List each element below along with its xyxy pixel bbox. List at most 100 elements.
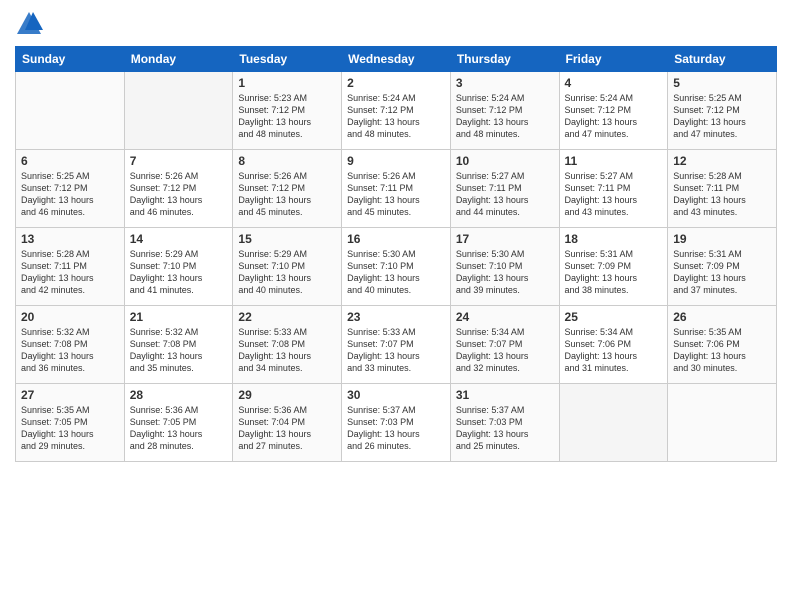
calendar-header-monday: Monday	[124, 47, 233, 72]
day-info: Sunrise: 5:33 AM Sunset: 7:07 PM Dayligh…	[347, 326, 445, 375]
calendar-cell	[16, 72, 125, 150]
calendar-cell: 20 Sunrise: 5:32 AM Sunset: 7:08 PM Dayli…	[16, 306, 125, 384]
day-number: 21	[130, 310, 228, 324]
day-info: Sunrise: 5:30 AM Sunset: 7:10 PM Dayligh…	[456, 248, 554, 297]
calendar-cell: 31 Sunrise: 5:37 AM Sunset: 7:03 PM Dayli…	[450, 384, 559, 462]
day-info: Sunrise: 5:32 AM Sunset: 7:08 PM Dayligh…	[130, 326, 228, 375]
day-number: 22	[238, 310, 336, 324]
day-number: 15	[238, 232, 336, 246]
day-info: Sunrise: 5:29 AM Sunset: 7:10 PM Dayligh…	[130, 248, 228, 297]
calendar-header-friday: Friday	[559, 47, 668, 72]
day-number: 30	[347, 388, 445, 402]
day-info: Sunrise: 5:34 AM Sunset: 7:06 PM Dayligh…	[565, 326, 663, 375]
day-number: 16	[347, 232, 445, 246]
calendar-header-wednesday: Wednesday	[342, 47, 451, 72]
day-info: Sunrise: 5:33 AM Sunset: 7:08 PM Dayligh…	[238, 326, 336, 375]
day-number: 26	[673, 310, 771, 324]
day-info: Sunrise: 5:24 AM Sunset: 7:12 PM Dayligh…	[347, 92, 445, 141]
calendar-header-tuesday: Tuesday	[233, 47, 342, 72]
calendar-cell: 30 Sunrise: 5:37 AM Sunset: 7:03 PM Dayli…	[342, 384, 451, 462]
day-info: Sunrise: 5:27 AM Sunset: 7:11 PM Dayligh…	[456, 170, 554, 219]
logo-icon	[15, 10, 43, 38]
calendar-cell: 26 Sunrise: 5:35 AM Sunset: 7:06 PM Dayli…	[668, 306, 777, 384]
calendar-week-5: 27 Sunrise: 5:35 AM Sunset: 7:05 PM Dayli…	[16, 384, 777, 462]
day-info: Sunrise: 5:28 AM Sunset: 7:11 PM Dayligh…	[21, 248, 119, 297]
calendar-cell: 2 Sunrise: 5:24 AM Sunset: 7:12 PM Daylig…	[342, 72, 451, 150]
day-number: 20	[21, 310, 119, 324]
calendar-cell: 25 Sunrise: 5:34 AM Sunset: 7:06 PM Dayli…	[559, 306, 668, 384]
day-number: 3	[456, 76, 554, 90]
day-number: 17	[456, 232, 554, 246]
day-number: 24	[456, 310, 554, 324]
calendar-cell	[559, 384, 668, 462]
day-info: Sunrise: 5:27 AM Sunset: 7:11 PM Dayligh…	[565, 170, 663, 219]
calendar-cell: 11 Sunrise: 5:27 AM Sunset: 7:11 PM Dayli…	[559, 150, 668, 228]
day-info: Sunrise: 5:26 AM Sunset: 7:11 PM Dayligh…	[347, 170, 445, 219]
day-info: Sunrise: 5:34 AM Sunset: 7:07 PM Dayligh…	[456, 326, 554, 375]
day-number: 12	[673, 154, 771, 168]
day-number: 4	[565, 76, 663, 90]
calendar-cell: 18Sunrise: 5:31 AM Sunset: 7:09 PM Dayli…	[559, 228, 668, 306]
calendar-cell: 24 Sunrise: 5:34 AM Sunset: 7:07 PM Dayli…	[450, 306, 559, 384]
calendar-cell: 9 Sunrise: 5:26 AM Sunset: 7:11 PM Daylig…	[342, 150, 451, 228]
calendar-cell: 14 Sunrise: 5:29 AM Sunset: 7:10 PM Dayli…	[124, 228, 233, 306]
day-number: 14	[130, 232, 228, 246]
calendar-week-2: 6 Sunrise: 5:25 AM Sunset: 7:12 PM Daylig…	[16, 150, 777, 228]
day-info: Sunrise: 5:28 AM Sunset: 7:11 PM Dayligh…	[673, 170, 771, 219]
day-info: Sunrise: 5:35 AM Sunset: 7:06 PM Dayligh…	[673, 326, 771, 375]
calendar-cell: 8 Sunrise: 5:26 AM Sunset: 7:12 PM Daylig…	[233, 150, 342, 228]
day-number: 23	[347, 310, 445, 324]
day-number: 13	[21, 232, 119, 246]
day-number: 6	[21, 154, 119, 168]
calendar-cell	[124, 72, 233, 150]
day-info: Sunrise: 5:30 AM Sunset: 7:10 PM Dayligh…	[347, 248, 445, 297]
day-info: Sunrise: 5:23 AM Sunset: 7:12 PM Dayligh…	[238, 92, 336, 141]
calendar-week-4: 20 Sunrise: 5:32 AM Sunset: 7:08 PM Dayli…	[16, 306, 777, 384]
day-info: Sunrise: 5:25 AM Sunset: 7:12 PM Dayligh…	[673, 92, 771, 141]
calendar-cell: 21 Sunrise: 5:32 AM Sunset: 7:08 PM Dayli…	[124, 306, 233, 384]
day-number: 31	[456, 388, 554, 402]
calendar-cell: 4Sunrise: 5:24 AM Sunset: 7:12 PM Daylig…	[559, 72, 668, 150]
calendar-header-thursday: Thursday	[450, 47, 559, 72]
calendar-cell: 7 Sunrise: 5:26 AM Sunset: 7:12 PM Daylig…	[124, 150, 233, 228]
calendar-cell: 29 Sunrise: 5:36 AM Sunset: 7:04 PM Dayli…	[233, 384, 342, 462]
day-info: Sunrise: 5:26 AM Sunset: 7:12 PM Dayligh…	[130, 170, 228, 219]
calendar-cell: 23 Sunrise: 5:33 AM Sunset: 7:07 PM Dayli…	[342, 306, 451, 384]
calendar-cell: 15 Sunrise: 5:29 AM Sunset: 7:10 PM Dayli…	[233, 228, 342, 306]
page: SundayMondayTuesdayWednesdayThursdayFrid…	[0, 0, 792, 612]
day-info: Sunrise: 5:24 AM Sunset: 7:12 PM Dayligh…	[456, 92, 554, 141]
day-number: 7	[130, 154, 228, 168]
calendar-week-3: 13 Sunrise: 5:28 AM Sunset: 7:11 PM Dayli…	[16, 228, 777, 306]
day-info: Sunrise: 5:35 AM Sunset: 7:05 PM Dayligh…	[21, 404, 119, 453]
calendar-cell: 19 Sunrise: 5:31 AM Sunset: 7:09 PM Dayli…	[668, 228, 777, 306]
calendar-cell: 1 Sunrise: 5:23 AM Sunset: 7:12 PM Daylig…	[233, 72, 342, 150]
day-number: 27	[21, 388, 119, 402]
day-info: Sunrise: 5:25 AM Sunset: 7:12 PM Dayligh…	[21, 170, 119, 219]
day-number: 1	[238, 76, 336, 90]
day-info: Sunrise: 5:29 AM Sunset: 7:10 PM Dayligh…	[238, 248, 336, 297]
calendar-cell: 12 Sunrise: 5:28 AM Sunset: 7:11 PM Dayli…	[668, 150, 777, 228]
calendar-cell: 3 Sunrise: 5:24 AM Sunset: 7:12 PM Daylig…	[450, 72, 559, 150]
calendar-cell: 10Sunrise: 5:27 AM Sunset: 7:11 PM Dayli…	[450, 150, 559, 228]
calendar-week-1: 1 Sunrise: 5:23 AM Sunset: 7:12 PM Daylig…	[16, 72, 777, 150]
day-info: Sunrise: 5:31 AM Sunset: 7:09 PM Dayligh…	[673, 248, 771, 297]
day-info: Sunrise: 5:37 AM Sunset: 7:03 PM Dayligh…	[347, 404, 445, 453]
day-info: Sunrise: 5:36 AM Sunset: 7:04 PM Dayligh…	[238, 404, 336, 453]
calendar-header-sunday: Sunday	[16, 47, 125, 72]
day-number: 11	[565, 154, 663, 168]
day-number: 18	[565, 232, 663, 246]
day-number: 2	[347, 76, 445, 90]
day-info: Sunrise: 5:37 AM Sunset: 7:03 PM Dayligh…	[456, 404, 554, 453]
calendar-cell: 22 Sunrise: 5:33 AM Sunset: 7:08 PM Dayli…	[233, 306, 342, 384]
day-info: Sunrise: 5:32 AM Sunset: 7:08 PM Dayligh…	[21, 326, 119, 375]
calendar-cell: 17 Sunrise: 5:30 AM Sunset: 7:10 PM Dayli…	[450, 228, 559, 306]
day-info: Sunrise: 5:26 AM Sunset: 7:12 PM Dayligh…	[238, 170, 336, 219]
day-number: 29	[238, 388, 336, 402]
day-number: 9	[347, 154, 445, 168]
day-number: 25	[565, 310, 663, 324]
header	[15, 10, 777, 38]
calendar-header-saturday: Saturday	[668, 47, 777, 72]
calendar-header-row: SundayMondayTuesdayWednesdayThursdayFrid…	[16, 47, 777, 72]
day-number: 8	[238, 154, 336, 168]
day-number: 19	[673, 232, 771, 246]
